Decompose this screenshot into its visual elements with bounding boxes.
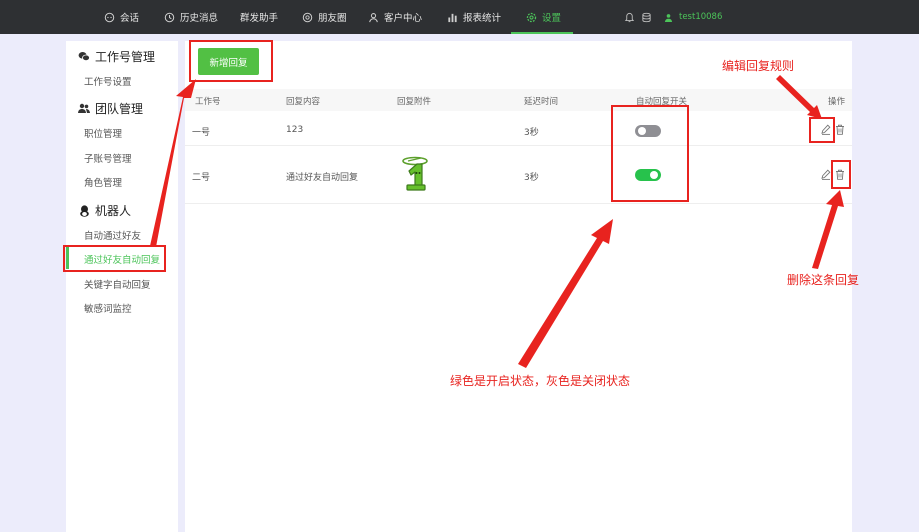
column-header-delay: 延迟时间 bbox=[524, 97, 559, 107]
table-row: 二号 通过好友自动回复 3秒 bbox=[185, 146, 852, 204]
edit-icon[interactable] bbox=[821, 169, 831, 180]
nav-moments-label: 朋友圈 bbox=[318, 13, 347, 24]
wechat-icon bbox=[78, 51, 90, 63]
nav-reports-label: 报表统计 bbox=[463, 13, 502, 24]
bell-icon[interactable] bbox=[624, 0, 635, 34]
main-panel: 新增回复 工作号 回复内容 回复附件 延迟时间 自动回复开关 操作 一号 123… bbox=[185, 41, 852, 532]
cell-account: 二号 bbox=[192, 173, 211, 183]
database-icon[interactable] bbox=[641, 0, 652, 34]
annotation-delete-reply: 删除这条回复 bbox=[787, 273, 860, 287]
aperture-icon bbox=[301, 11, 313, 23]
toggle-column-highlight bbox=[611, 105, 689, 202]
chat-icon bbox=[103, 11, 115, 23]
nav-customer-center[interactable]: 客户中心 bbox=[367, 0, 422, 34]
annotation-toggle-state: 绿色是开启状态，灰色是关闭状态 bbox=[450, 374, 631, 388]
team-icon bbox=[78, 103, 90, 115]
sidebar-group-work-account: 工作号管理 bbox=[78, 48, 155, 65]
sidebar-group-robot-title: 机器人 bbox=[95, 204, 132, 218]
number-one-image bbox=[402, 156, 428, 191]
sidebar-item-keyword-auto-reply[interactable]: 关键字自动回复 bbox=[84, 277, 151, 291]
robot-icon bbox=[78, 204, 90, 217]
column-header-account: 工作号 bbox=[195, 97, 221, 107]
sidebar-item-work-account-settings[interactable]: 工作号设置 bbox=[84, 74, 132, 88]
sidebar-group-team-title: 团队管理 bbox=[95, 102, 144, 116]
nav-chat[interactable]: 会话 bbox=[103, 0, 139, 34]
attachment-thumbnail[interactable] bbox=[397, 152, 435, 192]
nav-broadcast-label: 群发助手 bbox=[240, 13, 279, 24]
user-icon bbox=[367, 11, 379, 23]
cell-content: 通过好友自动回复 bbox=[286, 173, 359, 183]
sidebar-item-positions[interactable]: 职位管理 bbox=[84, 126, 122, 140]
nav-settings-label: 设置 bbox=[542, 13, 562, 24]
nav-moments[interactable]: 朋友圈 bbox=[301, 0, 347, 34]
user-avatar-icon bbox=[664, 13, 673, 22]
trash-icon[interactable] bbox=[835, 124, 845, 135]
column-header-actions: 操作 bbox=[828, 97, 846, 107]
top-nav-bar: 会话 历史消息 群发助手 朋友圈 客户中心 报表统计 设置 test10086 bbox=[0, 0, 919, 34]
sidebar-group-robot: 机器人 bbox=[78, 202, 131, 219]
username: test10086 bbox=[679, 12, 723, 22]
gear-icon bbox=[525, 11, 537, 23]
cell-delay: 3秒 bbox=[524, 173, 539, 183]
nav-history[interactable]: 历史消息 bbox=[163, 0, 218, 34]
user-menu[interactable]: test10086 bbox=[664, 0, 722, 34]
sidebar-group-team: 团队管理 bbox=[78, 100, 143, 117]
sidebar-group-work-account-title: 工作号管理 bbox=[95, 50, 156, 64]
cell-account: 一号 bbox=[192, 128, 211, 138]
column-header-content: 回复内容 bbox=[286, 97, 321, 107]
nav-chat-label: 会话 bbox=[120, 13, 140, 24]
nav-settings[interactable]: 设置 bbox=[525, 0, 561, 34]
edit-icon-highlight bbox=[809, 117, 835, 143]
clock-icon bbox=[163, 11, 175, 23]
bar-chart-icon bbox=[446, 11, 458, 23]
cell-delay: 3秒 bbox=[524, 128, 539, 138]
sidebar-item-sub-accounts[interactable]: 子账号管理 bbox=[84, 151, 132, 165]
cell-content: 123 bbox=[286, 125, 304, 135]
nav-active-indicator bbox=[511, 32, 573, 34]
annotation-edit-rule: 编辑回复规则 bbox=[722, 59, 795, 73]
nav-broadcast[interactable]: 群发助手 bbox=[240, 0, 278, 34]
nav-reports[interactable]: 报表统计 bbox=[446, 0, 501, 34]
add-button-highlight bbox=[189, 40, 273, 82]
nav-customer-center-label: 客户中心 bbox=[384, 13, 423, 24]
table-header: 工作号 回复内容 回复附件 延迟时间 自动回复开关 操作 bbox=[185, 89, 852, 111]
sidebar-item-highlight bbox=[63, 245, 166, 272]
nav-history-label: 历史消息 bbox=[180, 13, 219, 24]
delete-icon-highlight bbox=[831, 160, 851, 189]
column-header-attachment: 回复附件 bbox=[397, 97, 432, 107]
table-row: 一号 123 3秒 bbox=[185, 111, 852, 146]
sidebar: 工作号管理 工作号设置 团队管理 职位管理 子账号管理 角色管理 机器人 自动通… bbox=[66, 41, 178, 532]
sidebar-item-auto-accept-friend[interactable]: 自动通过好友 bbox=[84, 228, 141, 242]
sidebar-item-sensitive-word-monitor[interactable]: 敏感词监控 bbox=[84, 301, 132, 315]
sidebar-item-roles[interactable]: 角色管理 bbox=[84, 175, 122, 189]
